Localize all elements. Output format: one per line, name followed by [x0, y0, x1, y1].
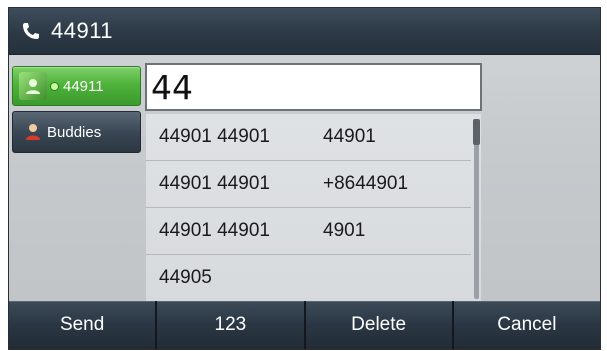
person-icon: [25, 123, 41, 141]
delete-button[interactable]: Delete: [305, 301, 454, 349]
dial-input[interactable]: 44: [145, 63, 482, 111]
cancel-button[interactable]: Cancel: [453, 301, 600, 349]
search-results-list: 44901 44901 44901 44901 44901 +8644901 4…: [146, 114, 481, 304]
phone-handset-icon: [21, 21, 41, 41]
list-item[interactable]: 44905: [146, 255, 471, 302]
buddies-button[interactable]: Buddies: [12, 111, 141, 153]
list-item[interactable]: 44901 44901 +8644901: [146, 161, 471, 208]
softkey-bar: Send 123 Delete Cancel: [9, 301, 600, 349]
contact-number: 44901: [323, 126, 376, 147]
contact-name: 44905: [159, 267, 212, 288]
scrollbar-track[interactable]: [474, 119, 479, 299]
buddies-label: Buddies: [47, 123, 102, 141]
send-button[interactable]: Send: [9, 301, 158, 349]
title-bar: 44911: [9, 8, 600, 55]
contact-number: 4901: [323, 220, 366, 241]
online-status-icon: [50, 81, 59, 91]
contact-name: 44901 44901: [159, 220, 270, 241]
account-label: 44911: [63, 77, 104, 95]
input-mode-button[interactable]: 123: [157, 301, 306, 349]
phone-screen: 44911 44911 Buddies 44 44901 44901 44901: [8, 7, 601, 350]
list-item[interactable]: 44901 44901 4901: [146, 208, 471, 255]
contact-number: +8644901: [323, 173, 409, 194]
dial-input-value: 44: [151, 67, 193, 107]
contact-name: 44901 44901: [159, 173, 270, 194]
contact-name: 44901 44901: [159, 126, 270, 147]
account-avatar-icon: [19, 72, 47, 100]
account-button[interactable]: 44911: [12, 66, 141, 106]
list-item[interactable]: 44901 44901 44901: [146, 114, 471, 161]
title-number: 44911: [51, 18, 114, 43]
scrollbar-thumb[interactable]: [473, 119, 480, 145]
